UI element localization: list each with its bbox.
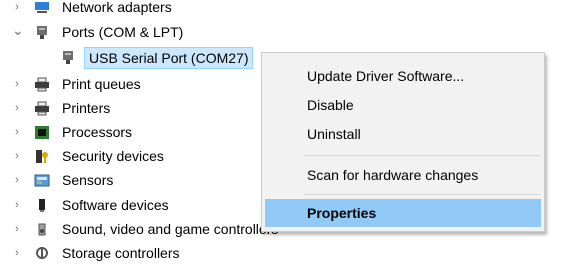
tree-item-label: Sound, video and game controllers xyxy=(62,221,279,237)
tree-item-label: Sensors xyxy=(62,172,114,188)
software-device-icon xyxy=(39,199,45,212)
network-adapter-icon xyxy=(35,2,49,13)
menu-item-properties[interactable]: Properties xyxy=(265,199,541,227)
security-device-icon xyxy=(36,150,48,163)
processor-icon xyxy=(35,126,49,139)
menu-item-update-driver-software[interactable]: Update Driver Software... xyxy=(265,62,541,90)
menu-separator xyxy=(304,155,540,156)
port-connector-icon xyxy=(37,26,47,39)
chevron-down-icon[interactable]: ⌄ xyxy=(12,21,24,44)
tree-item-label: Security devices xyxy=(62,148,164,164)
tree-item-label: Ports (COM & LPT) xyxy=(62,24,184,40)
menu-item-label: Properties xyxy=(307,205,377,221)
menu-separator xyxy=(304,194,540,195)
menu-item-scan-for-hardware-changes[interactable]: Scan for hardware changes xyxy=(265,161,541,189)
chevron-right-icon[interactable]: › xyxy=(12,169,22,192)
tree-item-label: Storage controllers xyxy=(62,245,180,261)
menu-item-disable[interactable]: Disable xyxy=(265,91,541,119)
chevron-right-icon[interactable]: › xyxy=(12,0,22,19)
menu-item-label: Disable xyxy=(307,97,354,113)
chevron-right-icon[interactable]: › xyxy=(12,242,22,265)
sensor-icon xyxy=(34,174,50,187)
storage-controller-icon xyxy=(36,247,48,259)
chevron-right-icon[interactable]: › xyxy=(12,73,22,96)
menu-item-label: Update Driver Software... xyxy=(307,68,465,84)
menu-item-label: Uninstall xyxy=(307,126,361,142)
print-queue-icon xyxy=(35,77,49,92)
tree-item-label: Print queues xyxy=(62,76,141,92)
tree-item-label: Software devices xyxy=(62,197,169,213)
chevron-right-icon[interactable]: › xyxy=(12,145,22,168)
speaker-icon xyxy=(38,223,46,236)
port-connector-icon xyxy=(63,51,73,64)
menu-item-uninstall[interactable]: Uninstall xyxy=(265,120,541,148)
tree-item-label: Printers xyxy=(62,100,111,116)
chevron-right-icon[interactable]: › xyxy=(12,97,22,120)
printer-icon xyxy=(35,101,49,116)
menu-item-label: Scan for hardware changes xyxy=(307,167,479,183)
context-menu: Update Driver Software... Disable Uninst… xyxy=(261,52,545,232)
chevron-right-icon[interactable]: › xyxy=(12,121,22,144)
chevron-right-icon[interactable]: › xyxy=(12,194,22,217)
tree-item-label: Processors xyxy=(62,124,133,140)
tree-item-label: Network adapters xyxy=(62,0,172,15)
chevron-right-icon[interactable]: › xyxy=(12,218,22,241)
tree-item-label: USB Serial Port (COM27) xyxy=(84,47,254,69)
